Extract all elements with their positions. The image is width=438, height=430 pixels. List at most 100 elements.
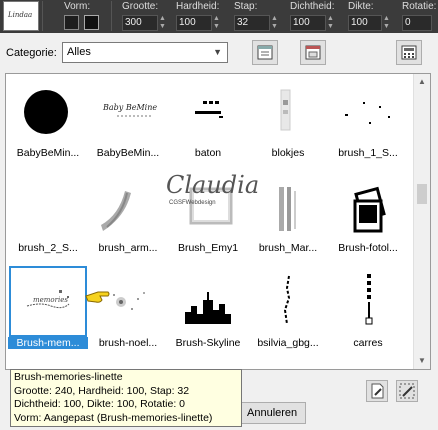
brush-name: brush_1_S... <box>338 147 398 159</box>
vertical-scrollbar[interactable]: ▲ ▼ <box>413 74 430 369</box>
shape-square-button[interactable] <box>84 15 99 30</box>
tooltip-line-size: Grootte: 240, Hardheid: 100, Stap: 32 <box>14 384 190 397</box>
brush-preview-text: Lindaa <box>8 11 33 19</box>
brush-thumbnail <box>331 268 405 336</box>
scroll-thumb[interactable] <box>417 184 427 204</box>
category-row: Categorie: Alles ▼ <box>0 33 438 73</box>
brush-item[interactable]: brush_arm... <box>88 170 168 263</box>
brush-thumbnail <box>331 78 405 146</box>
cancel-label: Annuleren <box>247 407 298 419</box>
rotation-field[interactable]: 0 <box>402 15 432 31</box>
brush-thumbnail <box>11 173 85 241</box>
brush-item[interactable]: brush_1_S... <box>328 75 408 168</box>
brush-folder-button[interactable] <box>300 40 326 65</box>
brush-name: Brush-Skyline <box>175 337 241 349</box>
window-icon <box>257 45 273 60</box>
brush-name: Brush-mem... <box>8 337 88 349</box>
brush-grid: BabyBeMin... Baby BeMine BabyBeMin... ba… <box>5 73 431 370</box>
tooltip-line-density: Dichtheid: 100, Dikte: 100, Rotatie: 0 <box>14 398 186 410</box>
shape-group: Vorm: <box>64 0 104 33</box>
brush-name: BabyBeMin... <box>16 147 80 159</box>
brush-thumbnail <box>11 78 85 146</box>
brush-thumbnail <box>171 78 245 146</box>
shape-label: Vorm: <box>64 1 91 12</box>
calculator-icon <box>401 45 417 60</box>
rotation-group: Rotatie: 0 <box>402 0 438 33</box>
category-label: Categorie: <box>6 47 57 59</box>
brush-name: Brush-fotol... <box>338 242 398 254</box>
density-field[interactable]: 100 <box>290 15 326 31</box>
edit-brush-button[interactable] <box>366 380 388 402</box>
brush-name: brush_2_S... <box>18 242 78 254</box>
brush-item[interactable]: Brush-fotol... <box>328 170 408 263</box>
brush-name: BabyBeMin... <box>96 147 160 159</box>
brush-item[interactable]: brush_2_S... <box>8 170 88 263</box>
brush-item[interactable]: bsilvia_gbg... <box>248 265 328 358</box>
brush-preview-thumb[interactable]: Lindaa <box>3 1 39 31</box>
brush-name: blokjes <box>271 147 305 159</box>
svg-text:memories: memories <box>33 296 68 304</box>
size-field[interactable]: 300 <box>122 15 158 31</box>
thickness-group: Dikte: 100 ▲ ▼ <box>348 0 394 33</box>
step-label: Stap: <box>234 1 258 12</box>
brush-thumbnail <box>251 173 325 241</box>
density-spinner[interactable]: ▲ ▼ <box>327 15 334 31</box>
pointing-hand-icon <box>85 291 110 303</box>
brush-name: brush_Mar... <box>258 242 318 254</box>
dotted-brush-icon <box>399 383 415 399</box>
thickness-field[interactable]: 100 <box>348 15 382 31</box>
thickness-spinner[interactable]: ▲ ▼ <box>383 15 390 31</box>
brush-thumbnail <box>251 78 325 146</box>
shape-round-button[interactable] <box>64 15 79 30</box>
rotation-label: Rotatie: <box>402 1 437 12</box>
size-label: Grootte: <box>122 1 159 12</box>
brush-name: baton <box>194 147 222 159</box>
step-field[interactable]: 32 <box>234 15 270 31</box>
brush-name: brush_arm... <box>98 242 158 254</box>
svg-text:Baby BeMine: Baby BeMine <box>102 103 157 112</box>
brush-item[interactable]: baton <box>168 75 248 168</box>
hardness-label: Hardheid: <box>176 1 220 12</box>
hardness-group: Hardheid: 100 ▲ ▼ <box>176 0 228 33</box>
brush-thumbnail: memories <box>9 266 87 337</box>
brush-item[interactable]: brush-noel... <box>88 265 168 358</box>
density-label: Dichtheid: <box>290 1 335 12</box>
brush-thumbnail <box>171 173 245 241</box>
brush-thumbnail: Baby BeMine <box>91 78 165 146</box>
thickness-label: Dikte: <box>348 1 374 12</box>
size-group: Grootte: 300 ▲ ▼ <box>122 0 172 33</box>
brush-name: Brush_Emy1 <box>177 242 239 254</box>
density-group: Dichtheid: 100 ▲ ▼ <box>290 0 340 33</box>
brush-item[interactable]: Brush_Emy1 <box>168 170 248 263</box>
brush-thumbnail <box>171 268 245 336</box>
scroll-up-icon[interactable]: ▲ <box>414 74 430 90</box>
category-value: Alles <box>67 46 91 58</box>
edit-page-icon <box>371 383 384 399</box>
brush-item[interactable]: brush_Mar... <box>248 170 328 263</box>
brush-tooltip: Brush-memories-linette Grootte: 240, Har… <box>10 369 242 427</box>
cancel-button[interactable]: Annuleren <box>236 402 306 424</box>
hardness-spinner[interactable]: ▲ ▼ <box>213 15 220 31</box>
toolbar-separator <box>42 1 43 31</box>
brush-item[interactable]: Baby BeMine BabyBeMin... <box>88 75 168 168</box>
hardness-field[interactable]: 100 <box>176 15 212 31</box>
folder-window-icon <box>305 45 321 60</box>
tooltip-line-shape: Vorm: Aangepast (Brush-memories-linette) <box>14 411 213 424</box>
brush-item[interactable]: Brush-Skyline <box>168 265 248 358</box>
step-spinner[interactable]: ▲ ▼ <box>271 15 278 31</box>
brush-item[interactable]: BabyBeMin... <box>8 75 88 168</box>
step-group: Stap: 32 ▲ ▼ <box>234 0 284 33</box>
category-select[interactable]: Alles ▼ <box>62 42 228 63</box>
brush-view-button[interactable] <box>252 40 278 65</box>
brush-thumbnail <box>91 173 165 241</box>
brush-thumbnail <box>251 268 325 336</box>
scroll-down-icon[interactable]: ▼ <box>414 353 430 369</box>
brush-item-selected[interactable]: memories Brush-mem... <box>8 265 88 358</box>
toolbar-separator <box>111 1 112 31</box>
brush-tool-button[interactable] <box>396 380 418 402</box>
chevron-down-icon: ▼ <box>213 47 222 57</box>
calculator-grid-button[interactable] <box>396 40 422 65</box>
brush-item[interactable]: blokjes <box>248 75 328 168</box>
size-spinner[interactable]: ▲ ▼ <box>159 15 166 31</box>
brush-item[interactable]: carres <box>328 265 408 358</box>
